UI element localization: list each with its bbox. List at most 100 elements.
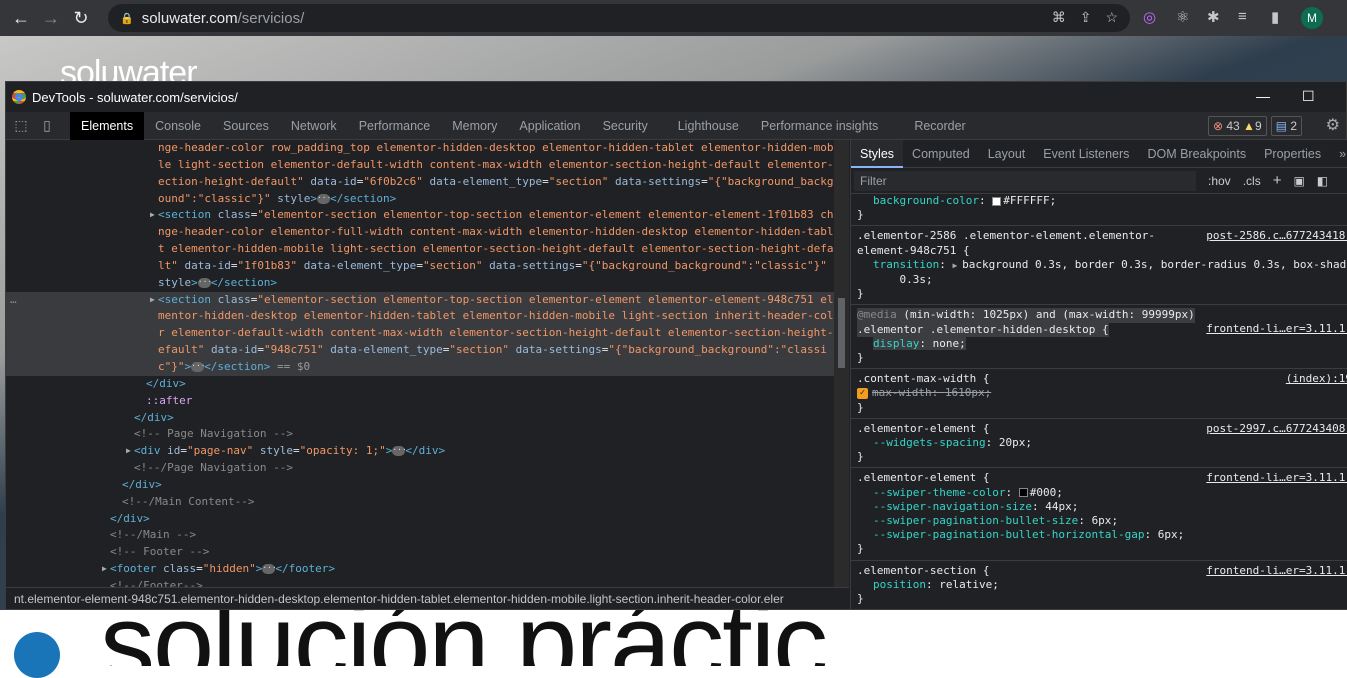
rule-source-link[interactable]: frontend-li…er=3.11.1:: [1206, 322, 1347, 335]
property-value[interactable]: 6px: [1158, 528, 1178, 541]
tab-lighthouse[interactable]: Lighthouse: [667, 112, 750, 140]
inspect-icon[interactable]: ⬚: [8, 117, 34, 134]
hov-toggle[interactable]: :hov: [1208, 174, 1231, 188]
more-tabs-icon[interactable]: »: [1330, 140, 1347, 168]
property-value[interactable]: 44px: [1045, 500, 1072, 513]
dom-node-line[interactable]: … ▶ <section class="elementor-section elem…: [6, 291, 834, 309]
collapsed-ellipsis-button[interactable]: ···: [197, 277, 212, 288]
expand-arrow-icon[interactable]: ▶: [952, 261, 962, 270]
tab-network[interactable]: Network: [280, 112, 348, 140]
dom-node-line[interactable]: efault" data-id="948c751" data-element_t…: [6, 342, 834, 359]
property-value[interactable]: 6px: [1092, 514, 1112, 527]
tab-performance-insights[interactable]: Performance insights: [750, 112, 889, 140]
share-icon[interactable]: ⇪: [1080, 9, 1092, 26]
rule-source-link[interactable]: (index):19: [1286, 372, 1347, 385]
back-icon[interactable]: ←: [6, 8, 36, 29]
dom-node-line[interactable]: c"}">···</section> == $0: [6, 358, 834, 376]
dom-node-line[interactable]: <!-- Page Navigation -->: [6, 426, 834, 443]
cls-toggle[interactable]: .cls: [1243, 174, 1261, 188]
dom-node-line[interactable]: nge-header-color elementor-full-width co…: [6, 224, 834, 241]
collapsed-ellipsis-button[interactable]: ···: [191, 361, 206, 372]
color-swatch[interactable]: [1018, 488, 1028, 498]
new-rule-icon[interactable]: +: [1273, 172, 1282, 189]
tab-security[interactable]: Security: [592, 112, 659, 140]
dom-node-line[interactable]: </div>: [6, 410, 834, 427]
tab-application[interactable]: Application: [508, 112, 591, 140]
tab-performance[interactable]: Performance: [348, 112, 442, 140]
expand-arrow-icon[interactable]: ▶: [150, 292, 155, 309]
style-property[interactable]: position: relative;: [857, 578, 1342, 592]
sidebar-tab-dom-breakpoints[interactable]: DOM Breakpoints: [1138, 140, 1255, 168]
paint-icon[interactable]: ▣: [1293, 174, 1304, 188]
media-icon[interactable]: ≡: [1238, 8, 1247, 25]
style-property[interactable]: --widgets-spacing: 20px;: [857, 436, 1342, 450]
tab-sources[interactable]: Sources: [212, 112, 280, 140]
lock-icon[interactable]: 🔒: [120, 12, 134, 25]
tab-console[interactable]: Console: [144, 112, 212, 140]
expand-arrow-icon[interactable]: ▶: [150, 207, 155, 224]
elements-tree[interactable]: nge-header-color row_padding_top element…: [6, 140, 834, 587]
dom-node-line[interactable]: ▶ <footer class="hidden">···</footer>: [6, 561, 834, 578]
property-value[interactable]: #000: [1030, 486, 1057, 499]
dom-node-line[interactable]: t elementor-hidden-mobile light-section …: [6, 241, 834, 258]
rule-source-link[interactable]: post-2586.c…677243418:: [1206, 229, 1347, 242]
dom-node-line[interactable]: <!--/Page Navigation -->: [6, 460, 834, 477]
dom-node-line[interactable]: <!--/Main -->: [6, 527, 834, 544]
dom-node-line[interactable]: </div>: [6, 477, 834, 494]
rule-source-link[interactable]: frontend-li…er=3.11.1:: [1206, 471, 1347, 484]
style-property[interactable]: background-color: #FFFFFF;: [857, 194, 1342, 208]
forward-icon[interactable]: →: [36, 8, 66, 29]
dom-node-line[interactable]: ound":"classic"}" style>···</section>: [6, 191, 834, 208]
address-bar[interactable]: 🔒 soluwater.com/servicios/ ⌘ ⇪ ☆: [108, 4, 1130, 32]
extension-color-icon[interactable]: ◎: [1143, 8, 1156, 26]
avatar[interactable]: M: [1301, 7, 1323, 29]
property-value[interactable]: background 0.3s, border 0.3s, border-rad…: [873, 258, 1347, 286]
rule-selector[interactable]: .elementor .elementor-hidden-desktop {: [857, 322, 1109, 337]
sidebar-tab-event-listeners[interactable]: Event Listeners: [1034, 140, 1138, 168]
property-checkbox[interactable]: ✓: [857, 387, 868, 399]
sidebar-icon[interactable]: ▮: [1271, 8, 1279, 26]
style-property[interactable]: display: none;: [857, 336, 1342, 351]
dom-node-line[interactable]: style>···</section>: [6, 275, 834, 292]
react-icon[interactable]: ⚛: [1176, 8, 1189, 26]
dom-node-line[interactable]: <!--/Main Content-->: [6, 494, 834, 511]
dom-node-line[interactable]: mentor-hidden-desktop elementor-hidden-t…: [6, 308, 834, 326]
toggle-sidebar-icon[interactable]: ◧: [1317, 174, 1328, 188]
dom-node-line[interactable]: ection-height-default" data-id = "6f0b2c6"…: [6, 174, 834, 191]
bookmark-star-icon[interactable]: ☆: [1105, 9, 1118, 26]
tab-recorder[interactable]: Recorder: [903, 112, 976, 140]
collapsed-ellipsis-button[interactable]: ···: [262, 564, 277, 575]
property-value[interactable]: none: [933, 337, 960, 350]
expand-arrow-icon[interactable]: ▶: [126, 443, 131, 460]
style-property[interactable]: ✓ max-width: 1610px;: [857, 386, 1342, 400]
settings-gear-icon[interactable]: ⚙: [1326, 115, 1340, 135]
sidebar-tab-styles[interactable]: Styles: [851, 139, 904, 168]
scrollbar-thumb[interactable]: [838, 298, 845, 368]
collapsed-ellipsis-button[interactable]: ···: [316, 193, 331, 204]
sidebar-tab-layout[interactable]: Layout: [979, 140, 1035, 168]
more-options-icon[interactable]: …: [10, 292, 17, 309]
collapsed-ellipsis-button[interactable]: ···: [392, 446, 407, 457]
accessibility-icon[interactable]: [14, 632, 60, 678]
sidebar-tab-properties[interactable]: Properties: [1255, 140, 1330, 168]
style-property[interactable]: --swiper-pagination-bullet-horizontal-ga…: [857, 528, 1342, 542]
color-swatch[interactable]: [992, 196, 1002, 206]
puzzle-icon[interactable]: ✱: [1207, 8, 1220, 26]
breadcrumb[interactable]: nt.elementor-element-948c751.elementor-h…: [6, 587, 849, 609]
maximize-icon[interactable]: ☐: [1302, 88, 1315, 105]
sidebar-tab-computed[interactable]: Computed: [903, 140, 979, 168]
style-property[interactable]: --swiper-navigation-size: 44px;: [857, 500, 1342, 514]
tab-memory[interactable]: Memory: [441, 112, 508, 140]
rule-selector[interactable]: .content-max-width {: [857, 372, 1342, 386]
dom-node-line[interactable]: <!--/Footer-->: [6, 578, 834, 587]
property-value[interactable]: #FFFFFF: [1003, 194, 1049, 207]
property-value[interactable]: 20px: [999, 436, 1026, 449]
dom-node-line[interactable]: nge-header-color row_padding_top element…: [6, 140, 834, 157]
elements-scrollbar[interactable]: [834, 140, 849, 587]
dom-node-line[interactable]: </div>: [6, 511, 834, 528]
dom-node-line[interactable]: ::after: [6, 393, 834, 410]
minimize-icon[interactable]: —: [1256, 88, 1270, 104]
dom-node-line[interactable]: ▶ <div id="page-nav" style="opacity: 1;">…: [6, 443, 834, 460]
rule-source-link[interactable]: post-2997.c…677243408:: [1206, 422, 1347, 435]
issues-counter[interactable]: ⊗ 43 ▲9: [1207, 116, 1267, 136]
